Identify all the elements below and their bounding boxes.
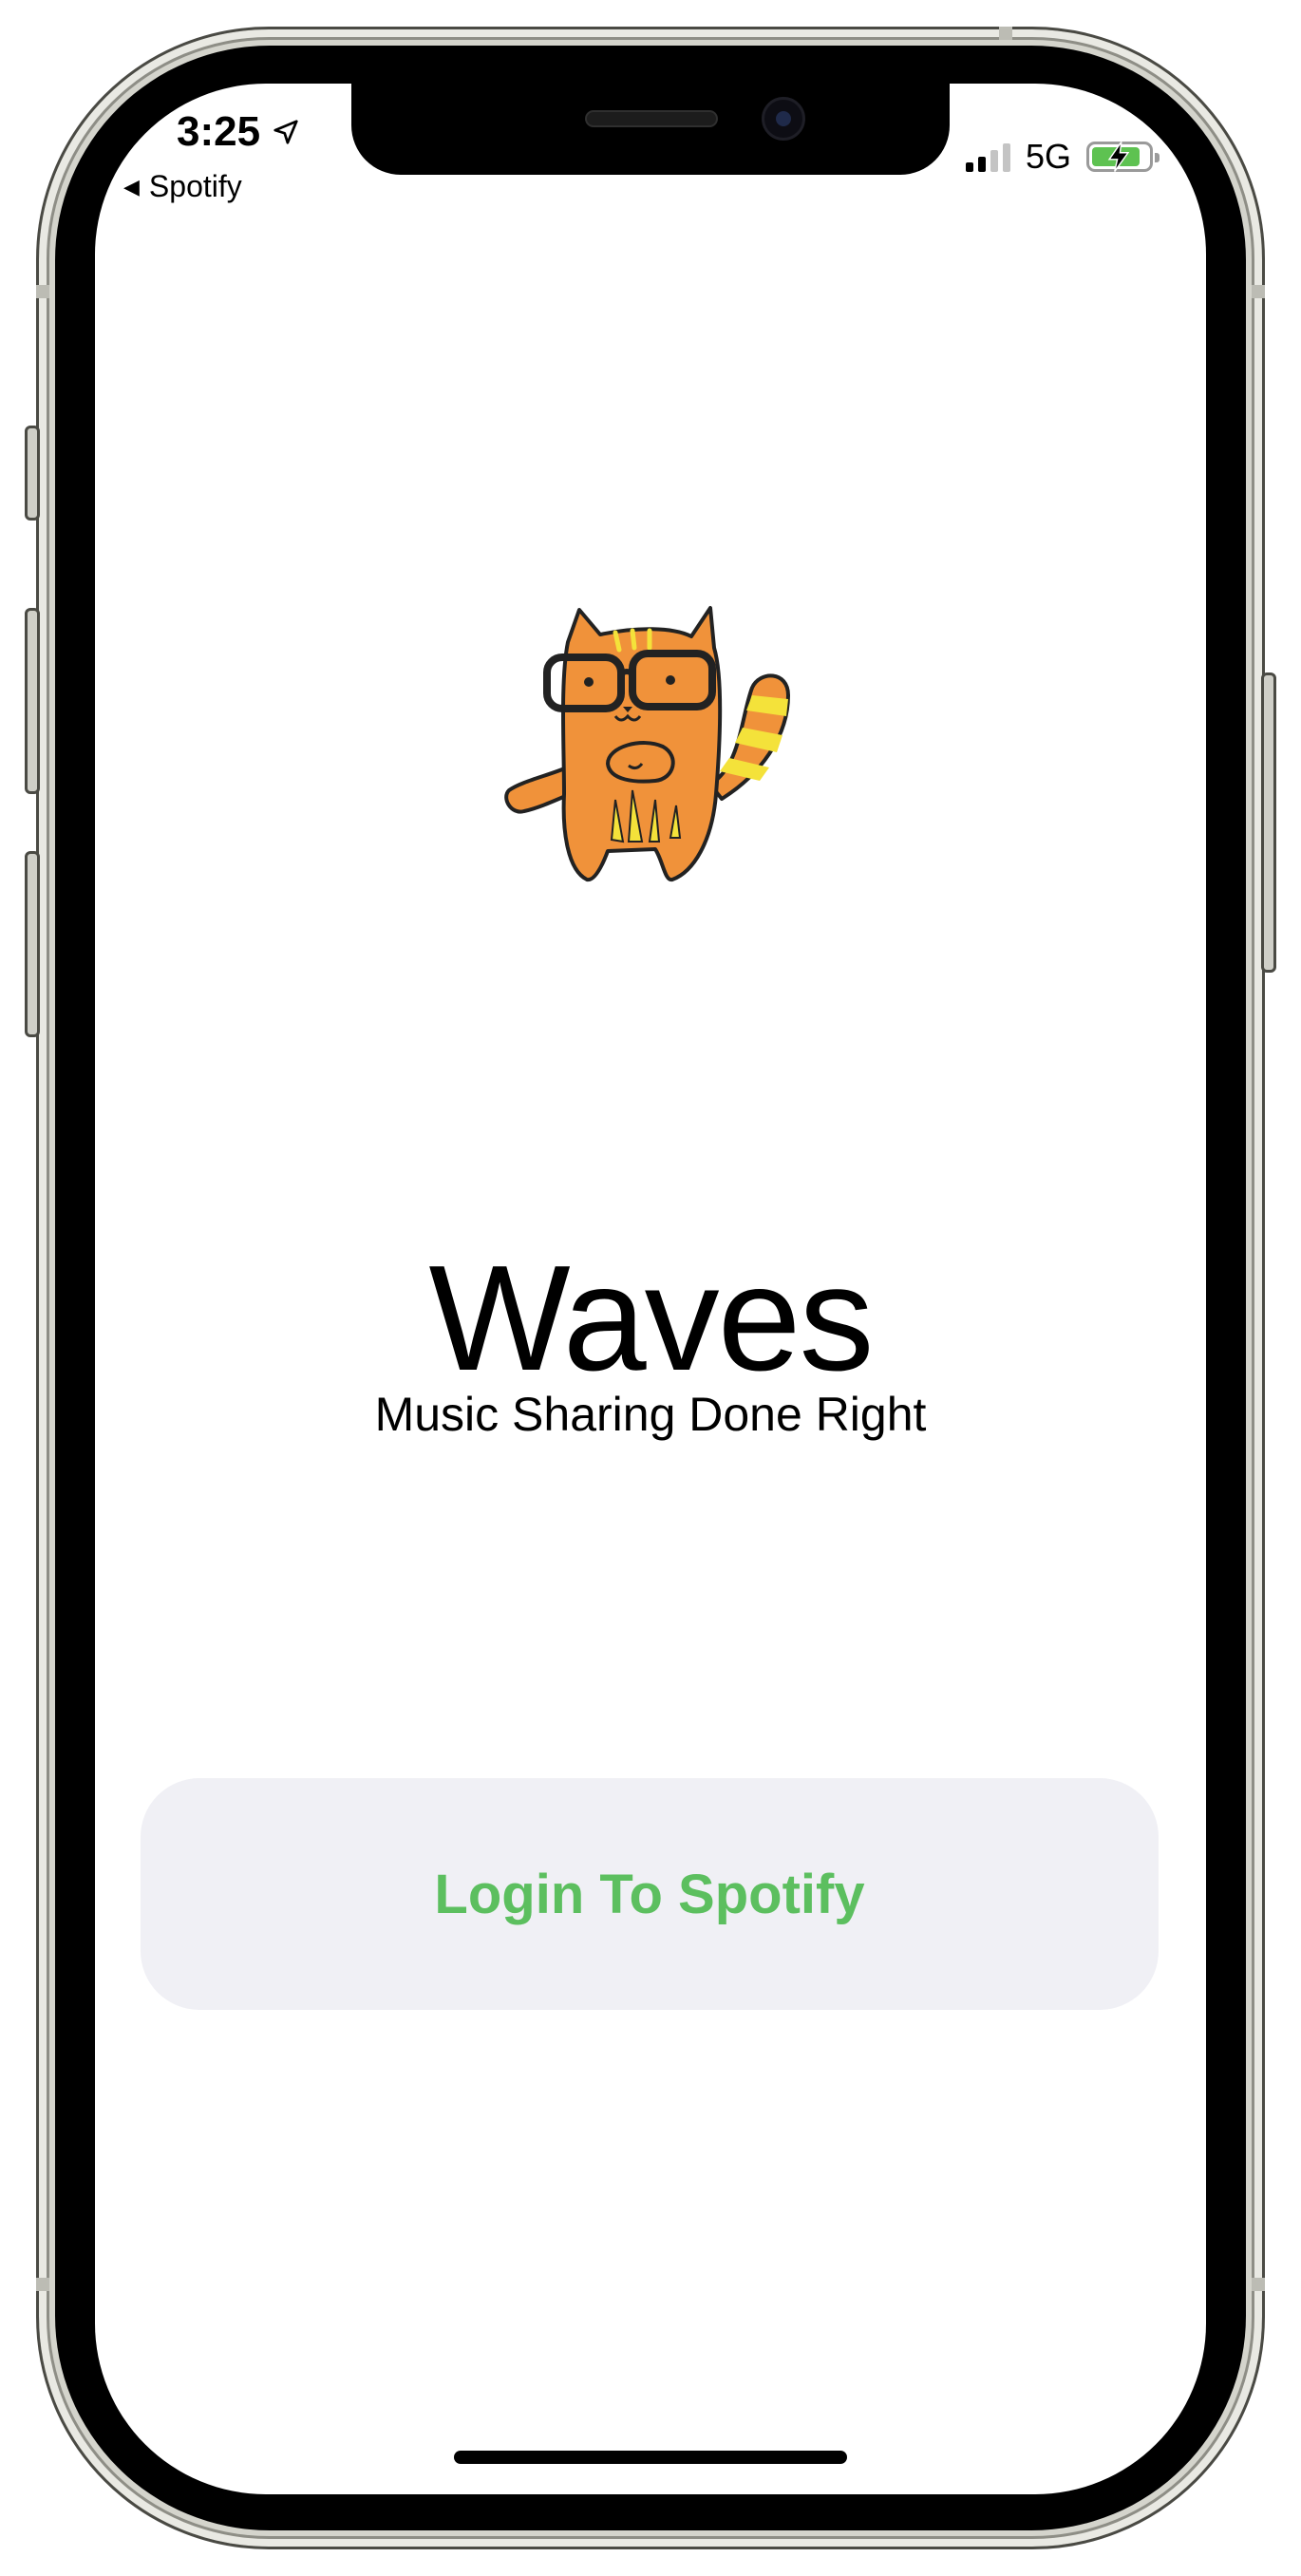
- login-to-spotify-button[interactable]: Login To Spotify: [141, 1778, 1159, 2010]
- volume-down-button: [25, 851, 40, 1037]
- back-app-label: Spotify: [148, 169, 242, 203]
- clock: 3:25: [177, 108, 261, 155]
- antenna-band: [36, 285, 49, 298]
- status-indicators: 5G: [965, 137, 1160, 177]
- volume-up-button: [25, 608, 40, 794]
- cellular-signal-icon: [965, 142, 1010, 172]
- screen: 3:25 ◀ Spotify 5G Waves Music Sharing Do…: [95, 84, 1206, 2494]
- app-title: Waves: [428, 1235, 874, 1402]
- network-type: 5G: [1025, 137, 1071, 176]
- power-button: [1261, 672, 1276, 973]
- battery-icon: [1086, 142, 1160, 172]
- cat-with-glasses-icon: [504, 606, 790, 882]
- earpiece-speaker: [585, 110, 718, 127]
- back-to-app-link[interactable]: ◀ Spotify: [123, 169, 242, 204]
- antenna-band: [999, 27, 1012, 40]
- antenna-band: [1252, 2278, 1265, 2291]
- front-camera: [762, 97, 805, 141]
- antenna-band: [1252, 285, 1265, 298]
- login-button-label: Login To Spotify: [434, 1863, 865, 1925]
- home-indicator[interactable]: [454, 2451, 847, 2464]
- charging-bolt-icon: [1107, 142, 1130, 172]
- app-subtitle: Music Sharing Done Right: [374, 1388, 927, 1441]
- antenna-band: [36, 2278, 49, 2291]
- notch: [351, 84, 950, 175]
- silent-switch: [25, 426, 40, 521]
- back-triangle-icon: ◀: [123, 174, 140, 199]
- location-arrow-icon: [273, 120, 298, 144]
- status-time: 3:25: [177, 108, 300, 156]
